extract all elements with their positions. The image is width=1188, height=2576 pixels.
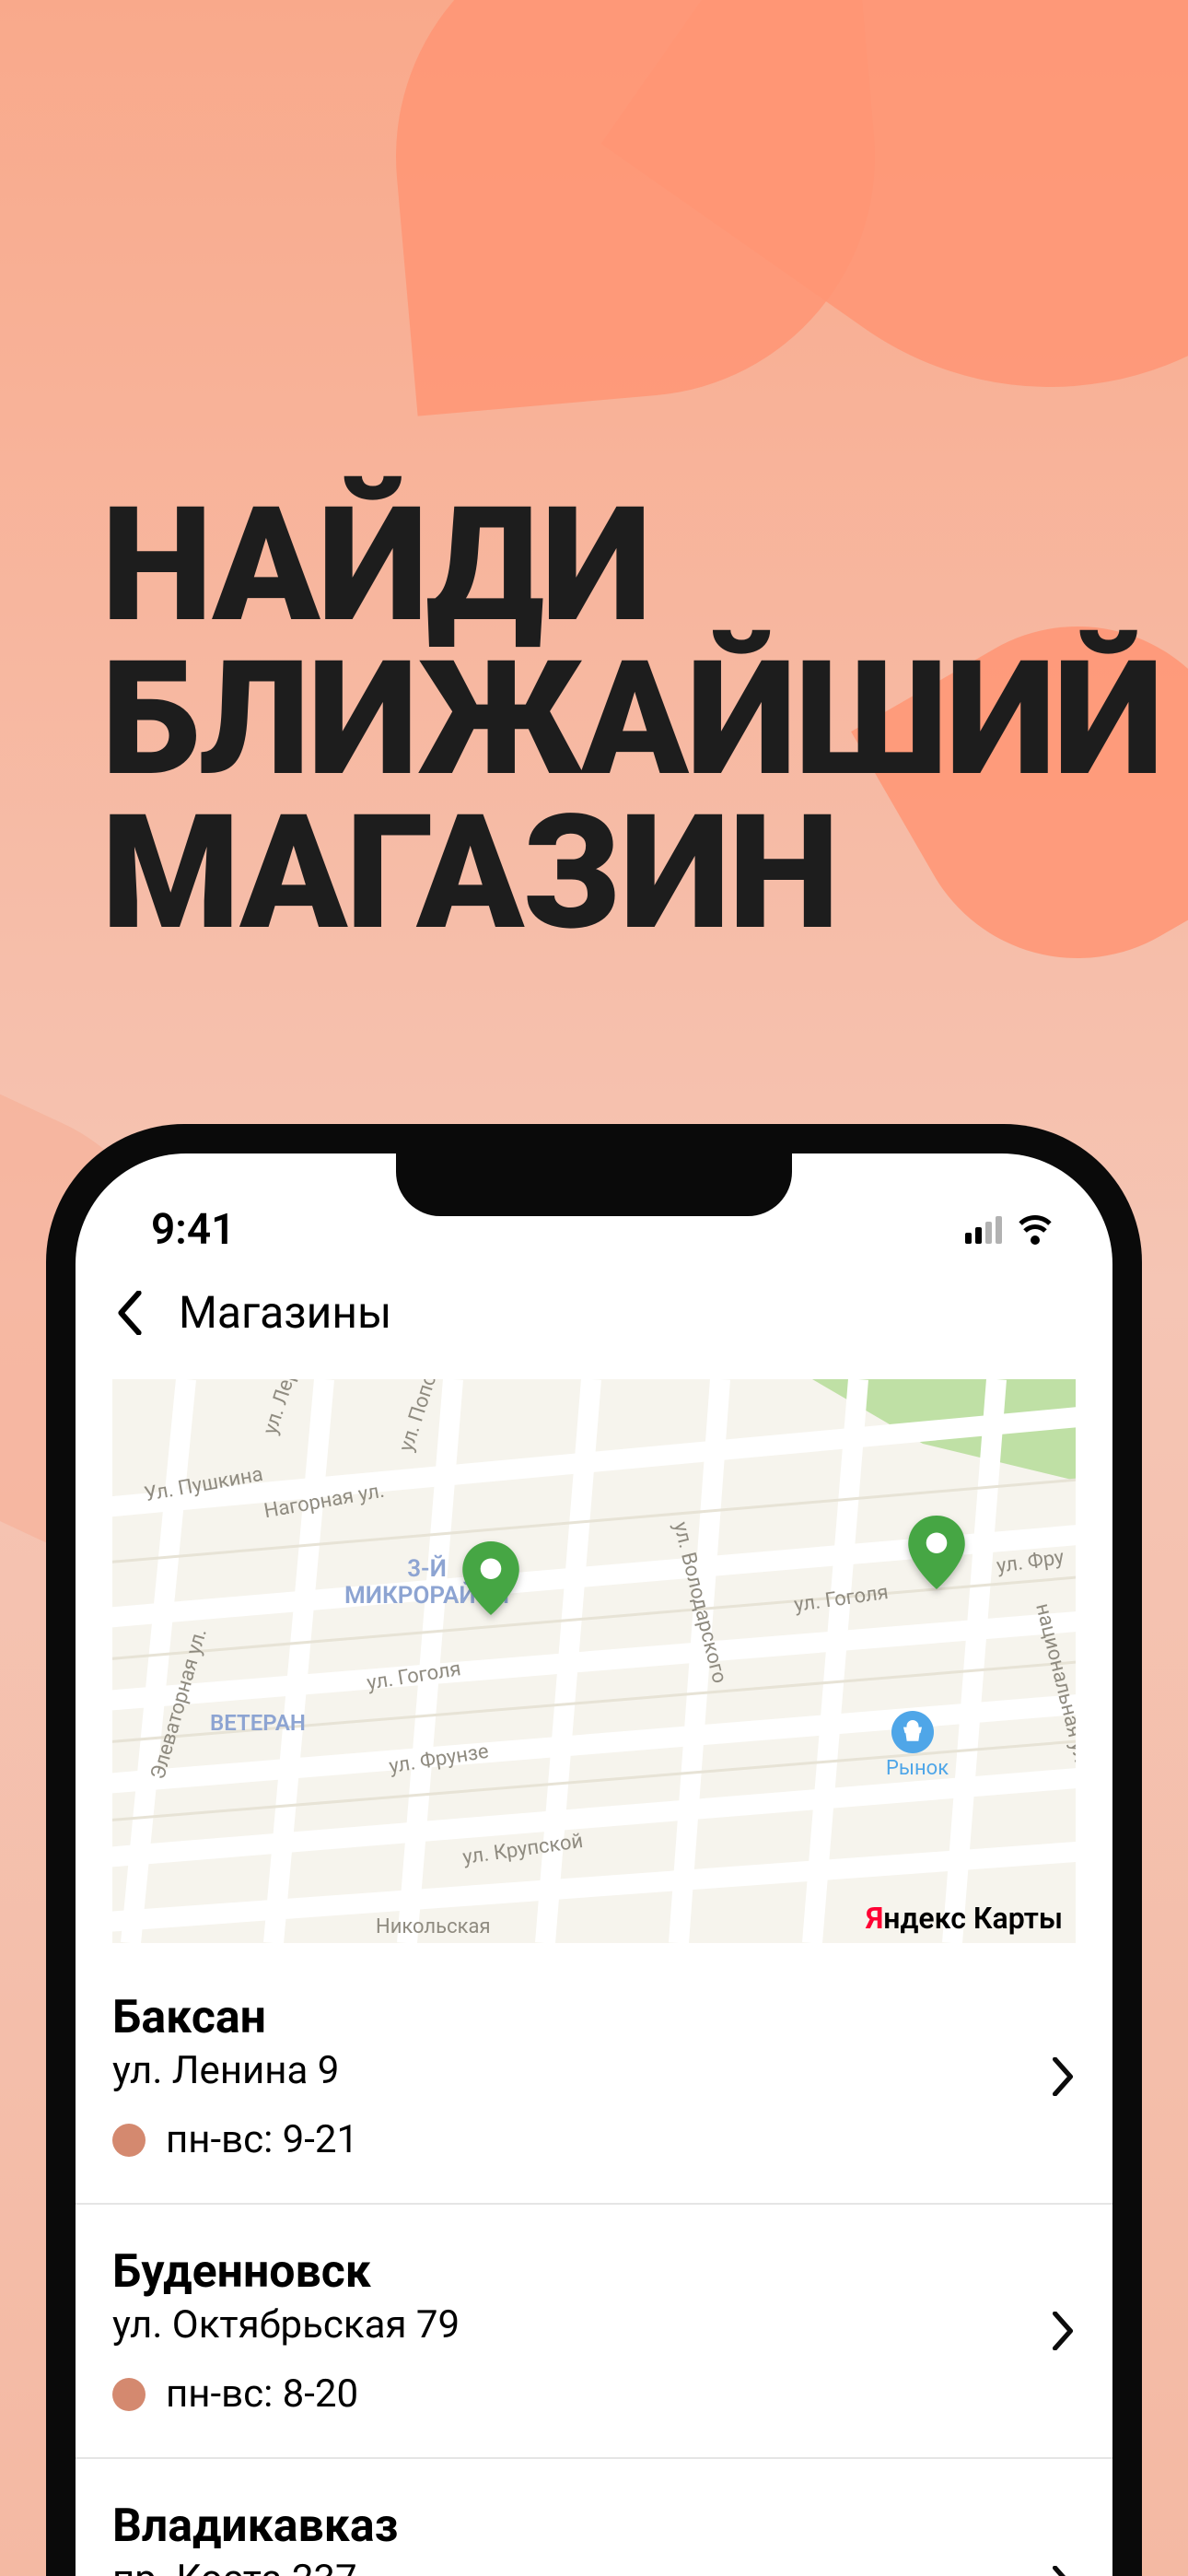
back-button[interactable] [116,1291,144,1335]
store-row[interactable]: Баксан ул. Ленина 9 пн-вс: 9-21 [76,1950,1112,2205]
map-pin[interactable] [908,1516,965,1589]
market-poi-icon[interactable] [891,1711,934,1753]
store-list: Баксан ул. Ленина 9 пн-вс: 9-21 Буденнов… [76,1950,1112,2576]
map-area-label: ВЕТЕРАН [210,1711,306,1735]
wifi-icon [1015,1215,1055,1245]
nav-title: Магазины [179,1286,391,1339]
headline: НАЙДИ БЛИЖАЙШИЙ МАГАЗИН [101,488,1133,949]
store-address: ул. Ленина 9 [112,2048,1050,2093]
phone-screen: 9:41 Магазины [76,1153,1112,2576]
store-address: ул. Октябрьская 79 [112,2302,1050,2348]
chevron-right-icon [1050,2312,1076,2350]
map-pin[interactable] [462,1541,519,1615]
market-poi-label: Рынок [886,1757,949,1780]
store-address: пр. Коста 237 [112,2557,1050,2576]
map-attribution: Яндекс Карты [866,1901,1063,1936]
status-indicators [965,1215,1055,1245]
status-dot-icon [112,2124,146,2157]
status-dot-icon [112,2378,146,2411]
phone-notch [396,1153,792,1216]
nav-bar: Магазины [76,1264,1112,1379]
store-city: Баксан [112,1991,1050,2044]
chevron-left-icon [116,1291,144,1335]
store-city: Буденновск [112,2245,1050,2299]
store-row[interactable]: Владикавказ пр. Коста 237 пн-вс: 9-21 [76,2459,1112,2576]
map-view[interactable]: 3-Й МИКРОРАЙОН ВЕТЕРАН ул. Лерм ул. Попо… [112,1379,1076,1943]
store-city: Владикавказ [112,2500,1050,2553]
promo-background: НАЙДИ БЛИЖАЙШИЙ МАГАЗИН 9:41 [0,0,1188,2576]
phone-frame: 9:41 Магазины [46,1124,1142,2576]
status-time: 9:41 [151,1205,235,1255]
store-hours: пн-вс: 8-20 [166,2371,358,2417]
cellular-signal-icon [965,1216,1002,1244]
store-hours: пн-вс: 9-21 [166,2117,358,2162]
decorative-leaf [376,0,894,416]
street-label: Никольская [376,1915,491,1938]
chevron-right-icon [1050,2057,1076,2096]
chevron-right-icon [1050,2566,1076,2576]
store-row[interactable]: Буденновск ул. Октябрьская 79 пн-вс: 8-2… [76,2205,1112,2459]
